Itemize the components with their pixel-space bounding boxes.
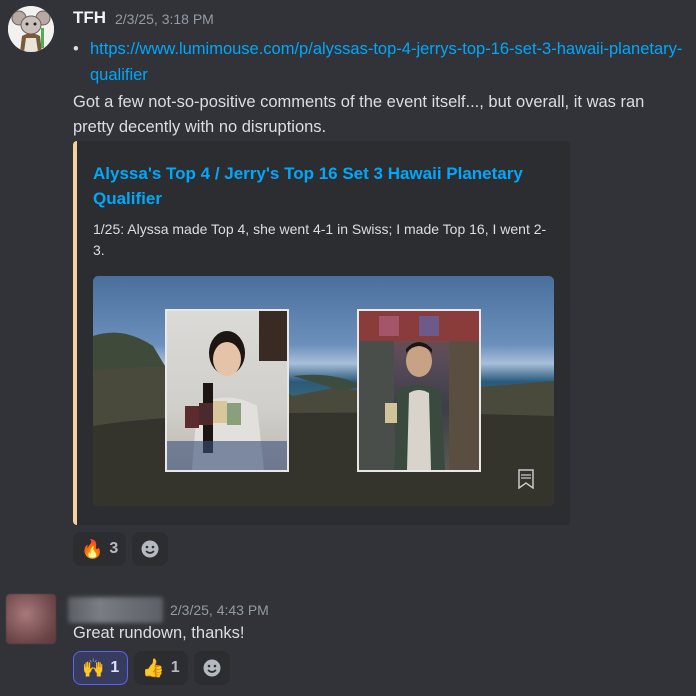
- fire-icon: 🔥: [81, 538, 104, 559]
- embed-image[interactable]: [93, 276, 554, 506]
- article-link[interactable]: https://www.lumimouse.com/p/alyssas-top-…: [90, 36, 683, 88]
- link-list-item: • https://www.lumimouse.com/p/alyssas-to…: [73, 36, 683, 88]
- bookmark-icon[interactable]: [518, 469, 534, 494]
- embed-title[interactable]: Alyssa's Top 4 / Jerry's Top 16 Set 3 Ha…: [93, 161, 553, 211]
- thumbs-up-icon: 👍: [142, 657, 165, 678]
- raised-hands-icon: 🙌: [82, 657, 105, 678]
- reaction-count: 1: [170, 659, 180, 676]
- bullet: •: [73, 40, 79, 58]
- user-avatar-blurred[interactable]: [6, 594, 56, 644]
- reactions-bar: 🙌 1 👍 1: [73, 651, 230, 685]
- reaction-raised-hands[interactable]: 🙌 1: [73, 651, 129, 685]
- author-name[interactable]: TFH: [73, 8, 106, 28]
- add-reaction-button[interactable]: [193, 651, 230, 685]
- smiley-add-icon: [141, 540, 159, 558]
- message-1: TFH 2/3/25, 3:18 PM • https://www.lumimo…: [0, 0, 696, 575]
- message-text: Got a few not-so-positive comments of th…: [73, 93, 645, 136]
- reaction-thumbs-up[interactable]: 👍 1: [134, 651, 188, 685]
- message-text: Great rundown, thanks!: [73, 624, 245, 642]
- photo-alyssa: [165, 309, 289, 472]
- reaction-count: 3: [109, 540, 119, 557]
- author-name-blurred[interactable]: [68, 597, 163, 623]
- photo-jerry: [357, 309, 481, 472]
- add-reaction-button[interactable]: [132, 532, 169, 566]
- reaction-fire[interactable]: 🔥 3: [73, 532, 127, 566]
- user-avatar[interactable]: [8, 6, 54, 52]
- mouse-avatar-icon: [8, 6, 54, 52]
- smiley-add-icon: [203, 659, 221, 677]
- reaction-count: 1: [110, 659, 120, 676]
- link-embed: Alyssa's Top 4 / Jerry's Top 16 Set 3 Ha…: [73, 141, 570, 525]
- timestamp[interactable]: 2/3/25, 4:43 PM: [170, 602, 269, 618]
- reactions-bar: 🔥 3: [73, 532, 169, 566]
- landscape-background: [93, 332, 554, 506]
- timestamp[interactable]: 2/3/25, 3:18 PM: [115, 11, 214, 27]
- embed-description: 1/25: Alyssa made Top 4, she went 4-1 in…: [93, 221, 547, 258]
